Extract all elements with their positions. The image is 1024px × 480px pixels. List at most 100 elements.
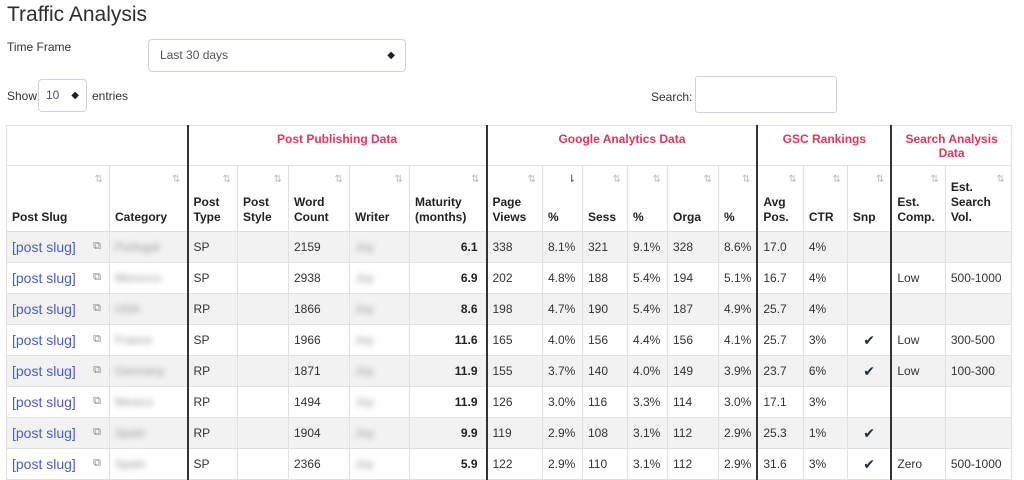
avg-pos-cell-text: 16.7	[763, 271, 787, 285]
pv-percent-cell: 4.7%	[542, 293, 583, 325]
sort-icon: ⇅	[612, 174, 621, 185]
post-slug-link[interactable]: [post slug] ⧉	[6, 231, 110, 263]
avg-pos-cell: 31.6	[756, 448, 804, 480]
maturity-cell: 9.9	[409, 417, 487, 449]
post-slug-link[interactable]: [post slug] ⧉	[6, 262, 110, 294]
post-style-cell	[237, 355, 289, 387]
col-snippet[interactable]: ⇅ Snp	[846, 165, 892, 232]
post-style-cell	[237, 231, 289, 263]
col-writer[interactable]: ⇅ Writer	[349, 165, 410, 232]
post-slug-link[interactable]: [post slug] ⧉	[6, 293, 110, 325]
post-slug-link[interactable]: [post slug] ⧉	[6, 448, 110, 480]
time-frame-select[interactable]: Last 30 days ◆	[148, 39, 406, 72]
external-link-icon[interactable]: ⧉	[93, 333, 101, 346]
word-count-cell-text: 2938	[294, 271, 321, 285]
sort-icon: ⇅	[788, 174, 797, 185]
post-type-cell-text: SP	[193, 271, 210, 285]
sess-percent-cell: 3.3%	[627, 386, 668, 418]
sess-percent-cell-text: 3.3%	[633, 395, 661, 409]
page-views-cell-text: 126	[492, 395, 513, 409]
col-label: Est. Comp.	[897, 195, 935, 224]
table-row: [post slug] ⧉ Morocco SP 2938 Joy 6.9 202 4.8% 18…	[6, 262, 1012, 294]
orga-percent-cell: 2.9%	[718, 448, 758, 480]
post-type-cell: RP	[186, 293, 238, 325]
external-link-icon[interactable]: ⧉	[93, 240, 101, 253]
traffic-table: Post Publishing Data Google Analytics Da…	[6, 125, 1012, 480]
est-search-vol-cell-text: 300-500	[950, 333, 995, 347]
post-type-cell-text: SP	[193, 240, 210, 254]
ctr-cell-text: 3%	[808, 457, 827, 471]
maturity-cell: 11.6	[409, 324, 487, 356]
maturity-cell-text: 8.6	[460, 302, 478, 316]
search-input[interactable]	[695, 76, 837, 113]
post-type-cell: SP	[186, 262, 238, 294]
sort-icon: ⇅	[832, 174, 841, 185]
organic-cell: 112	[667, 448, 719, 480]
post-slug-link[interactable]: [post slug] ⧉	[6, 386, 110, 418]
est-comp-cell	[890, 231, 946, 263]
writer-cell-text: Joy	[355, 271, 374, 285]
sort-icon: ⇅	[741, 174, 751, 185]
col-label: Maturity (months)	[415, 195, 467, 224]
external-link-icon[interactable]: ⧉	[93, 457, 101, 470]
col-avg-pos[interactable]: ⇅ Avg Pos.	[756, 165, 804, 232]
col-ctr[interactable]: ⇅ CTR	[802, 165, 848, 232]
writer-cell: Joy	[349, 417, 410, 449]
maturity-cell: 5.9	[409, 448, 487, 480]
organic-cell-text: 112	[673, 426, 693, 440]
maturity-cell: 11.9	[409, 386, 487, 418]
category-cell: Portugal	[109, 231, 188, 263]
page-views-cell-text: 119	[492, 426, 512, 440]
col-sess-percent[interactable]: ⇅%	[627, 165, 668, 232]
snippet-cell: ✔	[846, 448, 892, 480]
col-post-slug[interactable]: ⇅ Post Slug	[6, 165, 110, 232]
col-word-count[interactable]: ⇅ Word Count	[288, 165, 350, 232]
group-gsc-rankings: GSC Rankings	[756, 125, 892, 166]
external-link-icon[interactable]: ⧉	[93, 395, 101, 408]
col-organic[interactable]: ⇅ Orga	[667, 165, 719, 232]
col-post-type[interactable]: ⇅ Post Type	[186, 165, 238, 232]
pv-percent-cell: 2.9%	[542, 417, 583, 449]
organic-cell-text: 112	[673, 457, 693, 471]
col-category[interactable]: ⇅ Category	[109, 165, 188, 232]
category-cell: Spain	[109, 448, 188, 480]
col-orga-percent[interactable]: ⇅%	[718, 165, 758, 232]
col-pv-percent[interactable]: ⇂%	[542, 165, 583, 232]
pv-percent-cell: 3.0%	[542, 386, 583, 418]
col-label: CTR	[808, 210, 834, 224]
category-cell-text: Spain	[115, 426, 146, 440]
avg-pos-cell-text: 23.7	[763, 364, 787, 378]
pv-percent-cell-text: 2.9%	[548, 426, 576, 440]
external-link-icon[interactable]: ⧉	[93, 302, 101, 315]
col-label: Avg Pos.	[763, 195, 789, 224]
external-link-icon[interactable]: ⧉	[93, 364, 101, 377]
est-comp-cell-text: Low	[897, 271, 920, 285]
est-comp-cell: Low	[890, 262, 946, 294]
col-page-views[interactable]: ⇅ Page Views	[485, 165, 543, 232]
post-slug-link[interactable]: [post slug] ⧉	[6, 324, 110, 356]
writer-cell-text: Joy	[355, 395, 374, 409]
page-views-cell: 155	[485, 355, 543, 387]
orga-percent-cell-text: 5.1%	[724, 271, 752, 285]
ctr-cell-text: 4%	[808, 240, 827, 254]
pv-percent-cell: 4.0%	[542, 324, 583, 356]
post-type-cell-text: RP	[193, 395, 211, 409]
external-link-icon[interactable]: ⧉	[93, 426, 101, 439]
post-slug-link[interactable]: [post slug] ⧉	[6, 355, 110, 387]
sessions-cell-text: 190	[588, 302, 609, 316]
col-est-comp[interactable]: ⇅ Est. Comp.	[890, 165, 946, 232]
ctr-cell-text: 3%	[808, 333, 827, 347]
col-sessions[interactable]: ⇅ Sess	[582, 165, 628, 232]
entries-select[interactable]: 10 ◆	[38, 79, 87, 112]
word-count-cell-text: 2159	[294, 240, 321, 254]
col-maturity[interactable]: ⇅ Maturity (months)	[409, 165, 487, 232]
col-post-style[interactable]: ⇅ Post Style	[237, 165, 289, 232]
post-slug-link[interactable]: [post slug] ⧉	[6, 417, 110, 449]
col-est-search-vol[interactable]: ⇅ Est. Search Vol.	[944, 165, 1012, 232]
category-cell-text: Portugal	[115, 240, 160, 254]
est-comp-cell	[890, 417, 946, 449]
ctr-cell-text: 6%	[808, 364, 827, 378]
maturity-cell: 6.1	[409, 231, 487, 263]
external-link-icon[interactable]: ⧉	[93, 271, 101, 284]
sessions-cell-text: 188	[588, 271, 609, 285]
